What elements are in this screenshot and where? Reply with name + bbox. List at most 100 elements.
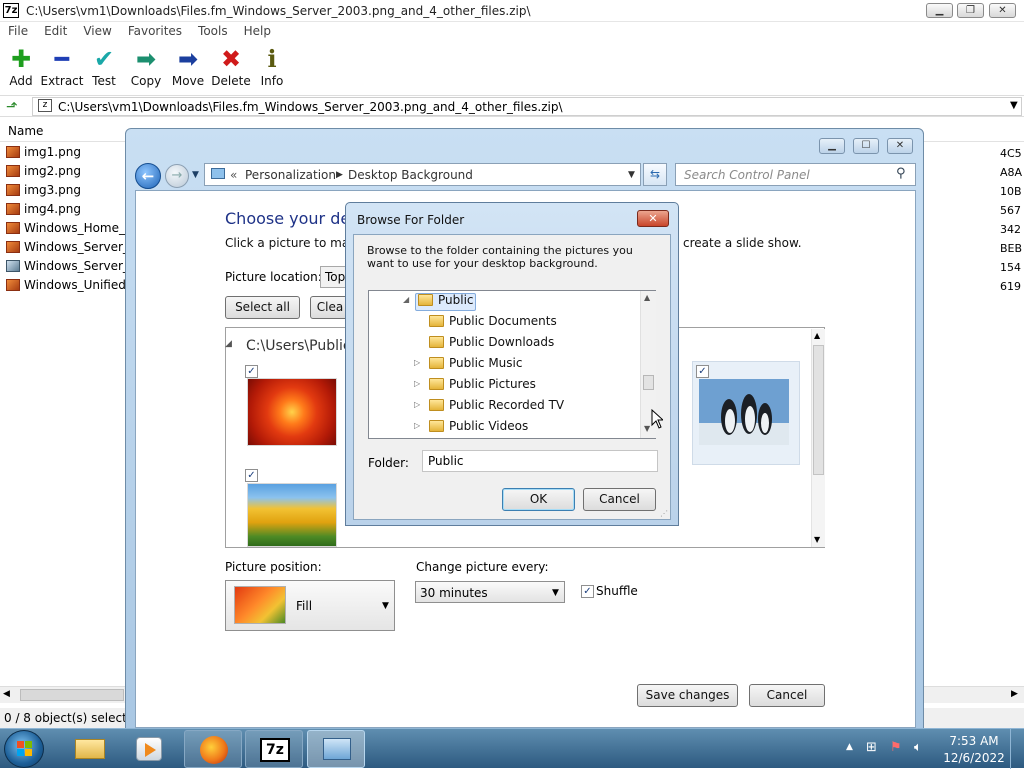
clock-date[interactable]: 12/6/2022 <box>943 751 1005 765</box>
file-row[interactable]: img1.png <box>6 145 81 164</box>
menu-view[interactable]: View <box>75 22 119 38</box>
delete-button[interactable]: ✖ Delete <box>208 44 254 88</box>
scroll-left-icon[interactable]: ◀ <box>3 689 10 699</box>
menu-help[interactable]: Help <box>236 22 279 38</box>
file-row[interactable]: img4.png <box>6 202 81 221</box>
breadcrumb-overflow[interactable]: « <box>230 168 237 182</box>
save-changes-button[interactable]: Save changes <box>637 684 738 707</box>
scroll-thumb[interactable] <box>813 345 824 475</box>
flower-thumbnail[interactable] <box>247 378 337 446</box>
clear-all-button[interactable]: Clea <box>310 296 350 319</box>
tree-item-public-pictures[interactable]: ▷ Public Pictures <box>414 377 536 398</box>
menu-bar: File Edit View Favorites Tools Help <box>0 22 1024 41</box>
gallery-scrollbar[interactable]: ▲ ▼ <box>811 329 825 547</box>
minimize-button[interactable]: ▁ <box>926 3 953 18</box>
shuffle-checkbox[interactable]: ✓ <box>581 585 594 598</box>
taskbar: 7z ▲ ⊞ ⚑ 🔈︎ 7:53 AM 12/6/2022 <box>0 728 1024 769</box>
move-button[interactable]: ➡ Move <box>165 44 211 88</box>
file-row[interactable]: Windows_Home_Se <box>6 221 140 240</box>
menu-tools[interactable]: Tools <box>190 22 236 38</box>
up-folder-icon[interactable]: ⬏ <box>6 99 18 115</box>
close-button[interactable]: ✕ <box>989 3 1016 18</box>
collapsed-arrow-icon[interactable]: ▷ <box>414 400 420 409</box>
chevron-down-icon[interactable]: ▼ <box>628 170 635 180</box>
file-row[interactable]: img2.png <box>6 164 81 183</box>
column-name[interactable]: Name <box>8 124 43 138</box>
tree-item-public-documents[interactable]: Public Documents <box>429 314 557 335</box>
history-dropdown-icon[interactable]: ▼ <box>192 170 199 180</box>
taskbar-7zip[interactable]: 7z <box>245 730 303 768</box>
search-icon[interactable]: ⚲ <box>896 166 906 181</box>
picture-checkbox[interactable]: ✓ <box>245 469 258 482</box>
penguins-thumbnail[interactable] <box>699 379 789 445</box>
clock-time[interactable]: 7:53 AM <box>948 734 1000 748</box>
picture-checkbox[interactable]: ✓ <box>696 365 709 378</box>
scroll-down-icon[interactable]: ▼ <box>814 535 820 544</box>
tree-item-public-music[interactable]: ▷ Public Music <box>414 356 522 377</box>
breadcrumb-personalization[interactable]: Personalization <box>245 168 336 182</box>
collapsed-arrow-icon[interactable]: ▷ <box>414 421 420 430</box>
search-input[interactable]: Search Control Panel ⚲ <box>675 163 916 186</box>
picture-position-select[interactable]: Fill ▼ <box>225 580 395 631</box>
test-button[interactable]: ✔ Test <box>81 44 127 88</box>
file-row[interactable]: Windows_Server_20 <box>6 240 144 259</box>
start-button[interactable] <box>4 730 44 768</box>
maximize-button[interactable]: ❐ <box>957 3 984 18</box>
cp-close-button[interactable]: ✕ <box>887 138 913 154</box>
menu-edit[interactable]: Edit <box>36 22 75 38</box>
show-desktop-button[interactable] <box>1010 729 1024 769</box>
breadcrumb-desktop-background[interactable]: Desktop Background <box>348 168 473 182</box>
select-all-button[interactable]: Select all <box>225 296 300 319</box>
refresh-icon[interactable]: ⇆ <box>643 163 667 186</box>
file-row[interactable]: img3.png <box>6 183 81 202</box>
tree-item-public-downloads[interactable]: Public Downloads <box>429 335 554 356</box>
scroll-up-icon[interactable]: ▲ <box>644 293 650 302</box>
file-row[interactable]: Windows_Unified_D <box>6 278 141 297</box>
info-button[interactable]: ℹ Info <box>249 44 295 88</box>
resize-grip-icon[interactable]: ⋰ <box>660 509 668 518</box>
add-button[interactable]: ✚ Add <box>0 44 44 88</box>
tree-item-public-recorded-tv[interactable]: ▷ Public Recorded TV <box>414 398 564 419</box>
taskbar-control-panel[interactable] <box>307 730 365 768</box>
menu-favorites[interactable]: Favorites <box>120 22 190 38</box>
dialog-close-button[interactable]: ✕ <box>637 210 669 227</box>
taskbar-explorer[interactable] <box>62 731 118 767</box>
extract-button[interactable]: ━ Extract <box>39 44 85 88</box>
change-picture-select[interactable]: 30 minutes ▼ <box>415 581 565 603</box>
picture-checkbox[interactable]: ✓ <box>245 365 258 378</box>
copy-button[interactable]: ➡ Copy <box>123 44 169 88</box>
scroll-thumb[interactable] <box>643 375 654 390</box>
scroll-up-icon[interactable]: ▲ <box>814 331 820 340</box>
file-row[interactable]: Windows_Server_20 <box>6 259 144 278</box>
breadcrumb-separator-icon[interactable]: ▶ <box>336 170 343 180</box>
tulips-thumbnail[interactable] <box>247 483 337 547</box>
menu-file[interactable]: File <box>0 22 36 38</box>
ok-button[interactable]: OK <box>502 488 575 511</box>
taskbar-media-player[interactable] <box>122 731 178 767</box>
folder-tree[interactable]: ◢ Public Public Documents Public Download… <box>368 290 656 439</box>
cp-maximize-button[interactable]: ☐ <box>853 138 879 154</box>
cp-minimize-button[interactable]: ▁ <box>819 138 845 154</box>
taskbar-firefox[interactable] <box>184 730 242 768</box>
volume-icon[interactable]: 🔈︎ <box>914 740 922 755</box>
cp-address-bar[interactable]: « Personalization ▶ Desktop Background ▼ <box>204 163 641 186</box>
collapse-group-icon[interactable]: ◢ <box>225 339 232 349</box>
show-hidden-icons[interactable]: ▲ <box>846 742 853 752</box>
chevron-down-icon[interactable]: ▼ <box>1010 100 1018 111</box>
action-center-icon[interactable]: ⚑ <box>890 740 902 755</box>
collapsed-arrow-icon[interactable]: ▷ <box>414 358 420 367</box>
dialog-cancel-button[interactable]: Cancel <box>583 488 656 511</box>
network-icon[interactable]: ⊞ <box>866 740 877 755</box>
folder-field[interactable]: Public <box>422 450 658 472</box>
scroll-down-icon[interactable]: ▼ <box>644 424 650 433</box>
back-arrow-icon[interactable]: ← <box>135 163 161 189</box>
scroll-right-icon[interactable]: ▶ <box>1011 689 1018 699</box>
cancel-button[interactable]: Cancel <box>749 684 825 707</box>
collapsed-arrow-icon[interactable]: ▷ <box>414 379 420 388</box>
scroll-thumb[interactable] <box>20 689 124 701</box>
forward-arrow-icon[interactable]: → <box>165 164 189 188</box>
tree-item-public-videos[interactable]: ▷ Public Videos <box>414 419 528 440</box>
tree-item-public[interactable]: ◢ Public <box>403 293 474 314</box>
expanded-arrow-icon[interactable]: ◢ <box>403 295 409 304</box>
picture-location-label: Picture location: <box>225 270 322 284</box>
